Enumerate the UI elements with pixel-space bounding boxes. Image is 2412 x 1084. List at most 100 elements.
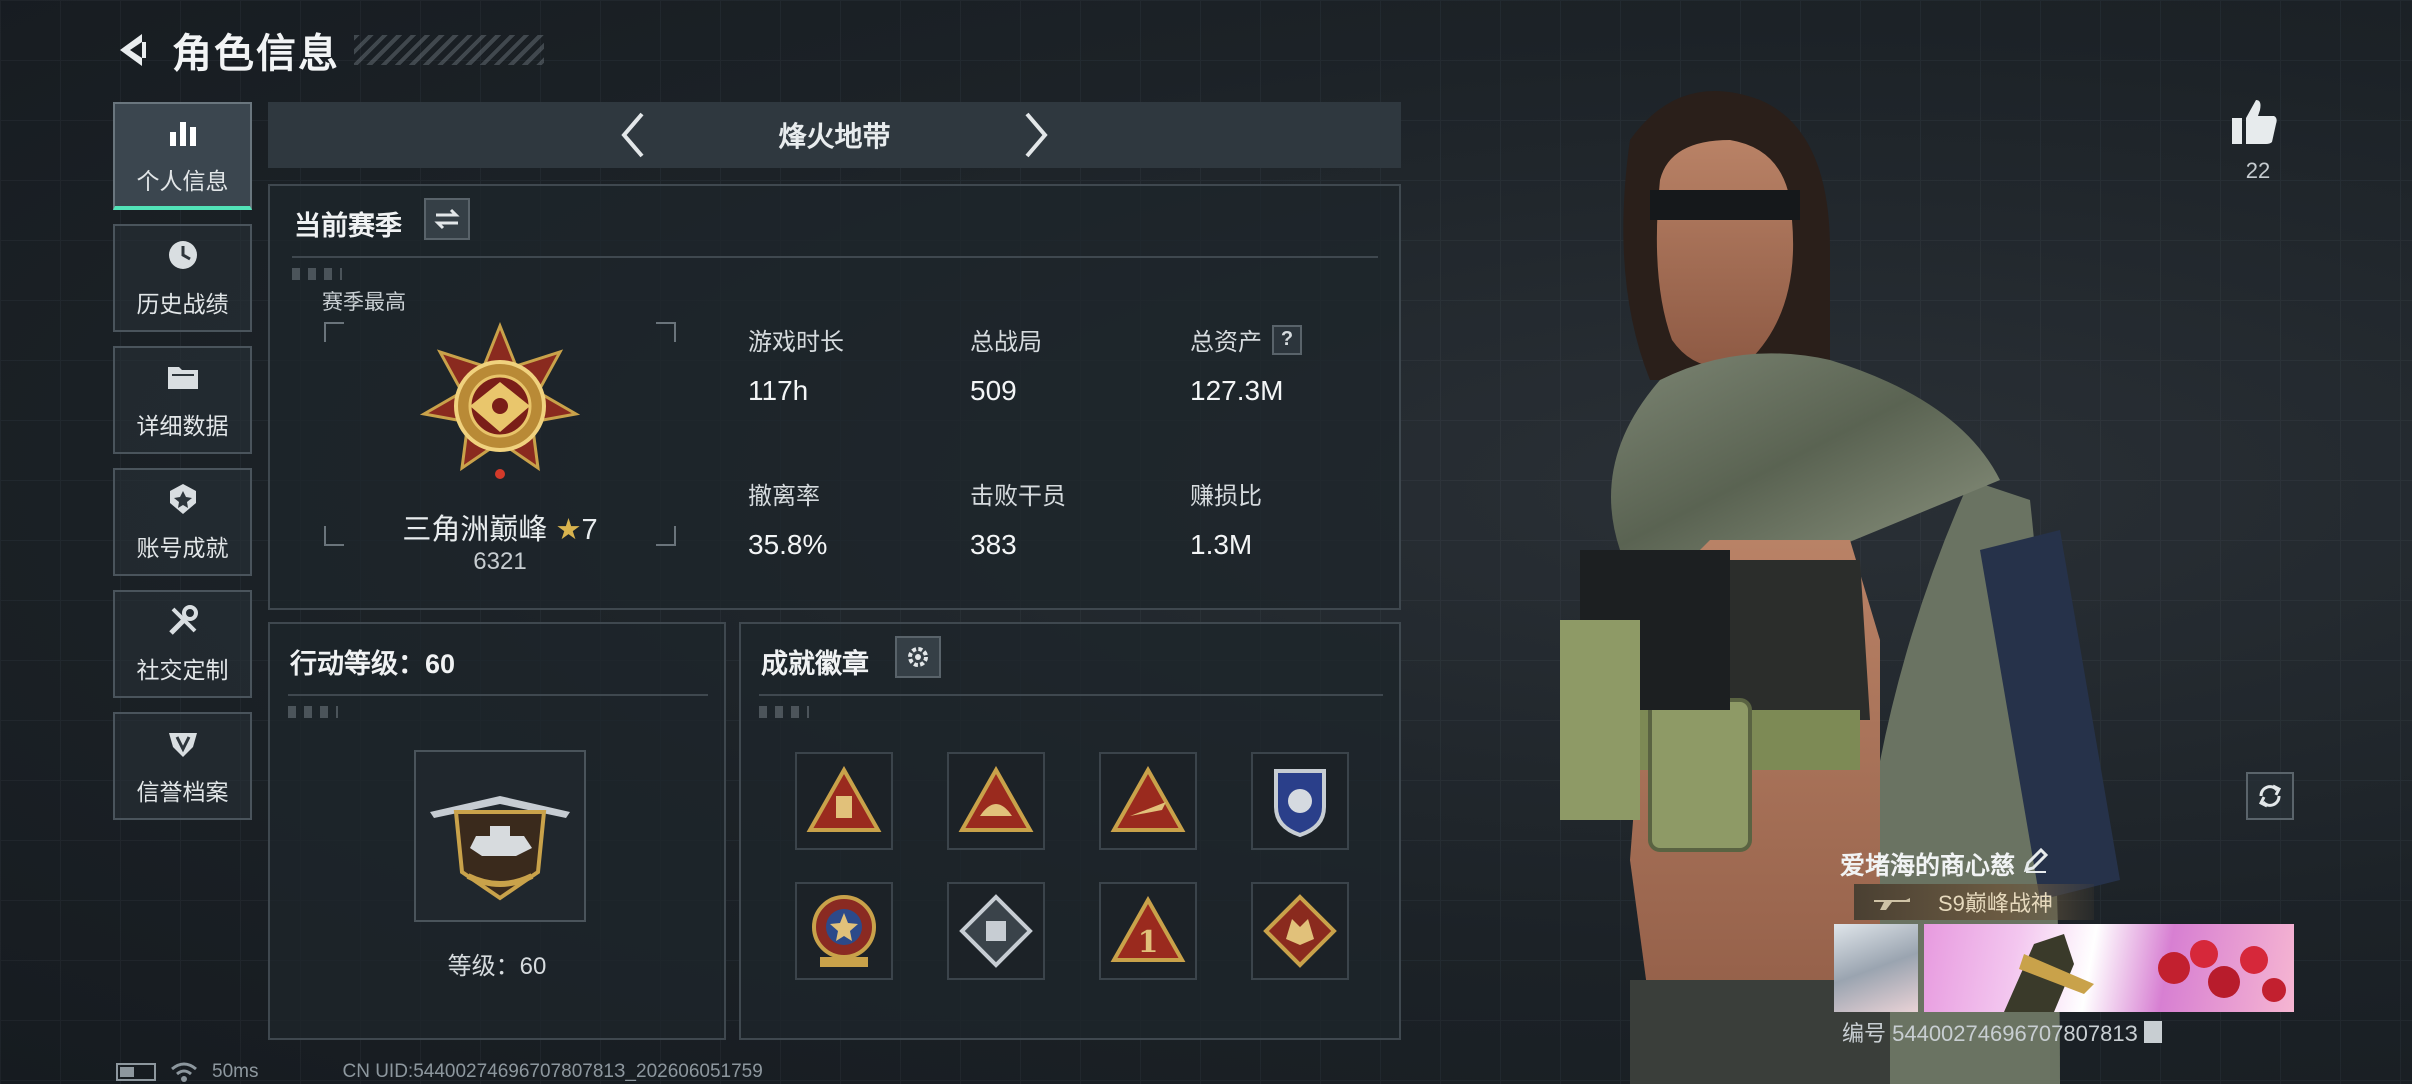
rank-name: 三角洲巅峰 (402, 514, 548, 546)
page-title: 角色信息 (172, 32, 340, 76)
frame-corner (324, 322, 344, 342)
badge-7[interactable]: 1 (1099, 882, 1197, 980)
sidebar-item-label: 账号成就 (136, 535, 229, 561)
prev-mode-arrow-icon[interactable] (618, 110, 648, 160)
sidebar-item-reputation[interactable]: 信誉档案 (113, 712, 252, 820)
player-banner[interactable] (1924, 924, 2294, 1012)
thumbs-up-icon[interactable] (2228, 96, 2280, 148)
badge-6[interactable] (947, 882, 1045, 980)
helicopter-emblem-icon (430, 796, 570, 901)
round-badge-icon (812, 895, 876, 967)
player-id-text: 编号 5440027469670780781З (1842, 1021, 2138, 1046)
stat-value: 383 (970, 529, 1017, 560)
level-emblem[interactable] (414, 750, 586, 922)
stat-operators-defeated: 击败干员 383 (970, 476, 1170, 561)
triangle-badge-icon (958, 766, 1034, 832)
player-avatar[interactable] (1834, 924, 1918, 1012)
rank-title: 三角洲巅峰 ★7 (324, 506, 676, 548)
badge-settings-button[interactable] (895, 636, 941, 678)
title-decoration (354, 35, 544, 65)
refresh-icon (2258, 784, 2282, 808)
back-arrow-icon[interactable] (112, 28, 156, 72)
history-clock-icon (168, 241, 197, 269)
stat-label: 总资产 (1190, 329, 1262, 356)
shield-badge-icon (1274, 769, 1326, 838)
tools-icon (168, 605, 198, 635)
season-swap-button[interactable] (424, 198, 470, 240)
player-id: 编号 5440027469670780781З (1842, 1016, 2162, 1048)
battery-icon (116, 1063, 156, 1081)
stat-value: 35.8% (748, 529, 828, 560)
stat-value: 509 (970, 375, 1017, 406)
player-card: 爱堵海的商心慈 S9巅峰战神 编号 5440027469670780781З (1834, 840, 2294, 1050)
level-divider (288, 694, 708, 696)
season-title: 当前赛季 (294, 211, 402, 241)
stat-label: 赚损比 (1190, 483, 1262, 510)
status-bar: 50ms CN UID:5440027469670780781З_2026060… (116, 1060, 763, 1084)
wifi-icon (171, 1062, 197, 1082)
stat-profit-loss: 赚损比 1.3M (1190, 476, 1390, 561)
badges-divider (759, 694, 1383, 696)
mode-switcher: 烽火地带 (268, 102, 1401, 168)
level-text: 等级：60 (447, 953, 547, 980)
season-panel: 当前赛季 赛季最高 三角洲巅峰 ★7 6321 游戏时长 117h 总战局 50… (268, 184, 1401, 610)
divider-decoration (759, 706, 809, 718)
divider-decoration (292, 268, 342, 280)
sidebar-item-label: 个人信息 (136, 168, 229, 194)
stat-extract-rate: 撤离率 35.8% (748, 476, 948, 561)
sidebar-item-social-custom[interactable]: 社交定制 (113, 590, 252, 698)
triangle-number-badge-icon: 1 (1110, 896, 1186, 962)
badge-3[interactable] (1099, 752, 1197, 850)
copy-icon[interactable] (2143, 1021, 2162, 1043)
stat-play-time: 游戏时长 117h (748, 322, 948, 407)
edit-pencil-icon[interactable] (2022, 846, 2050, 874)
sidebar-item-history[interactable]: 历史战绩 (113, 224, 252, 332)
player-title-tag: S9巅峰战神 (1854, 884, 2094, 920)
sidebar-item-label: 社交定制 (136, 657, 229, 683)
frame-corner (656, 322, 676, 342)
latency-text: 50ms (212, 1061, 259, 1082)
help-button[interactable]: ? (1272, 324, 1302, 355)
mode-name: 烽火地带 (778, 121, 891, 152)
folder-icon (167, 367, 198, 389)
rifle-icon (1874, 898, 1910, 910)
badges-title: 成就徽章 (761, 649, 869, 679)
badge-8[interactable] (1251, 882, 1349, 980)
next-mode-arrow-icon[interactable] (1021, 110, 1051, 160)
stat-label: 撤离率 (748, 483, 820, 510)
level-panel: 行动等级：60 等级：60 (268, 622, 726, 1040)
season-best-label: 赛季最高 (322, 291, 406, 314)
refresh-button[interactable] (2246, 772, 2294, 820)
stat-total-matches: 总战局 509 (970, 322, 1170, 407)
season-divider (292, 256, 1378, 258)
sidebar-item-label: 详细数据 (136, 413, 229, 439)
gear-icon (908, 647, 928, 667)
bar-chart-icon (169, 122, 196, 146)
badge-1[interactable] (795, 752, 893, 850)
achievement-icon (169, 484, 196, 514)
badge-4[interactable] (1251, 752, 1349, 850)
stat-label: 总战局 (970, 329, 1042, 356)
achievement-badges-panel: 成就徽章 1 (739, 622, 1401, 1040)
stat-total-assets: 总资产 ? 127.3M (1190, 322, 1390, 407)
triangle-badge-icon (1110, 766, 1186, 832)
stat-label: 游戏时长 (748, 329, 844, 356)
reputation-icon (168, 733, 197, 757)
player-title-text: S9巅峰战神 (1938, 891, 2053, 916)
stat-value: 127.3M (1190, 375, 1284, 406)
rank-emblem-icon (420, 322, 580, 479)
sidebar-item-personal-info[interactable]: 个人信息 (113, 102, 252, 210)
header: 角色信息 (112, 22, 544, 78)
stat-value: 1.3M (1190, 529, 1253, 560)
sidebar-item-detail-data[interactable]: 详细数据 (113, 346, 252, 454)
badge-2[interactable] (947, 752, 1045, 850)
sidebar-item-achievements[interactable]: 账号成就 (113, 468, 252, 576)
badge-5[interactable] (795, 882, 893, 980)
level-title: 行动等级：60 (290, 649, 456, 679)
player-name: 爱堵海的商心慈 (1840, 852, 2016, 880)
diamond-badge-icon (959, 894, 1033, 968)
rank-stars: 7 (581, 514, 598, 546)
uid-text: CN UID:5440027469670780781З_202606051759 (342, 1061, 763, 1082)
stat-value: 117h (748, 375, 809, 406)
sidebar: 个人信息 历史战绩 详细数据 账号成就 社交定制 信誉档案 (113, 102, 252, 834)
